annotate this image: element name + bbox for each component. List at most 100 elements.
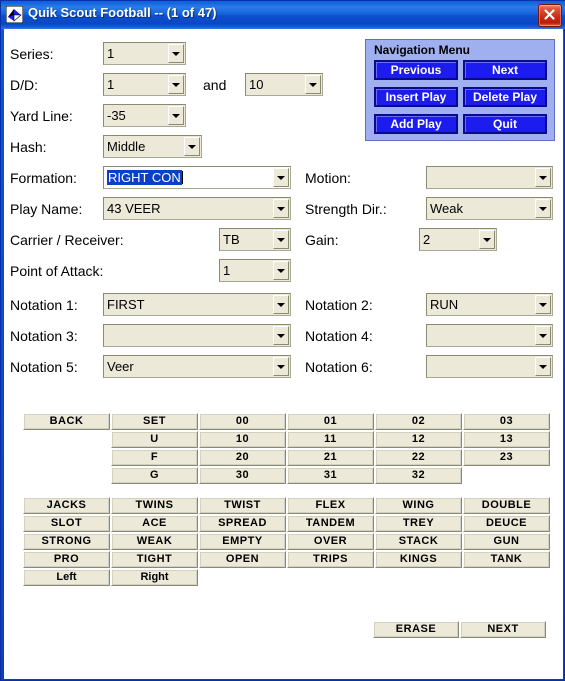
backfield-btn-30[interactable]: 30 — [199, 467, 286, 484]
backfield-btn-02[interactable]: 02 — [375, 413, 462, 430]
formation-btn-tight[interactable]: TIGHT — [111, 551, 198, 568]
chevron-down-icon[interactable] — [535, 168, 551, 187]
formation-btn-tank[interactable]: TANK — [463, 551, 550, 568]
notation-5-label: Notation 5: — [10, 359, 78, 375]
formation-btn-trey[interactable]: TREY — [375, 515, 462, 532]
backfield-btn-g[interactable]: G — [111, 467, 198, 484]
formation-btn-left[interactable]: Left — [23, 569, 110, 586]
chevron-down-icon[interactable] — [168, 75, 184, 94]
application-window: Quik Scout Football -- (1 of 47) Navigat… — [0, 0, 565, 681]
chevron-down-icon[interactable] — [168, 44, 184, 63]
notation-6-combobox[interactable] — [426, 355, 553, 378]
chevron-down-icon[interactable] — [273, 326, 289, 345]
formation-combobox[interactable]: RIGHT CON — [103, 166, 291, 189]
backfield-btn-12[interactable]: 12 — [375, 431, 462, 448]
formation-btn-twins[interactable]: TWINS — [111, 497, 198, 514]
formation-btn-tandem[interactable]: TANDEM — [287, 515, 374, 532]
formation-btn-deuce[interactable]: DEUCE — [463, 515, 550, 532]
distance-combobox[interactable]: 10 — [245, 73, 323, 96]
close-icon[interactable] — [538, 4, 562, 27]
yard-line-value: -35 — [107, 108, 126, 123]
backfield-btn-22[interactable]: 22 — [375, 449, 462, 466]
backfield-btn-u[interactable]: U — [111, 431, 198, 448]
navigation-menu-title: Navigation Menu — [374, 43, 471, 57]
formation-btn-ace[interactable]: ACE — [111, 515, 198, 532]
backfield-btn-back[interactable]: BACK — [23, 413, 110, 430]
gain-combobox[interactable]: 2 — [419, 228, 497, 251]
previous-button[interactable]: Previous — [374, 60, 458, 80]
formation-btn-right[interactable]: Right — [111, 569, 198, 586]
formation-btn-double[interactable]: DOUBLE — [463, 497, 550, 514]
chevron-down-icon[interactable] — [273, 199, 289, 218]
erase-button[interactable]: ERASE — [373, 621, 459, 638]
notation-3-combobox[interactable] — [103, 324, 291, 347]
notation-5-combobox[interactable]: Veer — [103, 355, 291, 378]
chevron-down-icon[interactable] — [535, 295, 551, 314]
chevron-down-icon[interactable] — [273, 295, 289, 314]
formation-label: Formation: — [10, 170, 77, 186]
backfield-btn-01[interactable]: 01 — [287, 413, 374, 430]
backfield-btn-21[interactable]: 21 — [287, 449, 374, 466]
formation-btn-over[interactable]: OVER — [287, 533, 374, 550]
chevron-down-icon[interactable] — [273, 261, 289, 280]
chevron-down-icon[interactable] — [273, 230, 289, 249]
chevron-down-icon[interactable] — [479, 230, 495, 249]
strength-dir-combobox[interactable]: Weak — [426, 197, 553, 220]
backfield-btn-13[interactable]: 13 — [463, 431, 550, 448]
chevron-down-icon[interactable] — [535, 357, 551, 376]
backfield-btn-11[interactable]: 11 — [287, 431, 374, 448]
backfield-btn-20[interactable]: 20 — [199, 449, 286, 466]
formation-btn-kings[interactable]: KINGS — [375, 551, 462, 568]
formation-btn-strong[interactable]: STRONG — [23, 533, 110, 550]
formation-btn-weak[interactable]: WEAK — [111, 533, 198, 550]
carrier-receiver-combobox[interactable]: TB — [219, 228, 291, 251]
play-name-combobox[interactable]: 43 VEER — [103, 197, 291, 220]
yard-line-combobox[interactable]: -35 — [103, 104, 186, 127]
add-play-button[interactable]: Add Play — [374, 114, 458, 134]
formation-btn-slot[interactable]: SLOT — [23, 515, 110, 532]
formation-btn-pro[interactable]: PRO — [23, 551, 110, 568]
backfield-btn-00[interactable]: 00 — [199, 413, 286, 430]
formation-btn-open[interactable]: OPEN — [199, 551, 286, 568]
delete-play-button[interactable]: Delete Play — [463, 87, 547, 107]
chevron-down-icon[interactable] — [535, 326, 551, 345]
title-bar: Quik Scout Football -- (1 of 47) — [1, 1, 565, 29]
formation-btn-trips[interactable]: TRIPS — [287, 551, 374, 568]
backfield-btn-10[interactable]: 10 — [199, 431, 286, 448]
next-footer-button[interactable]: NEXT — [460, 621, 546, 638]
formation-btn-spread[interactable]: SPREAD — [199, 515, 286, 532]
strength-dir-label: Strength Dir.: — [305, 201, 387, 217]
hash-combobox[interactable]: Middle — [103, 135, 202, 158]
formation-btn-jacks[interactable]: JACKS — [23, 497, 110, 514]
chevron-down-icon[interactable] — [273, 168, 289, 187]
notation-3-label: Notation 3: — [10, 328, 78, 344]
chevron-down-icon[interactable] — [168, 106, 184, 125]
formation-btn-twist[interactable]: TWIST — [199, 497, 286, 514]
backfield-btn-31[interactable]: 31 — [287, 467, 374, 484]
series-combobox[interactable]: 1 — [103, 42, 186, 65]
point-of-attack-combobox[interactable]: 1 — [219, 259, 291, 282]
next-button[interactable]: Next — [463, 60, 547, 80]
notation-2-combobox[interactable]: RUN — [426, 293, 553, 316]
backfield-btn-set[interactable]: SET — [111, 413, 198, 430]
backfield-btn-23[interactable]: 23 — [463, 449, 550, 466]
formation-btn-gun[interactable]: GUN — [463, 533, 550, 550]
down-combobox[interactable]: 1 — [103, 73, 186, 96]
backfield-btn-03[interactable]: 03 — [463, 413, 550, 430]
backfield-btn-f[interactable]: F — [111, 449, 198, 466]
formation-btn-wing[interactable]: WING — [375, 497, 462, 514]
insert-play-button[interactable]: Insert Play — [374, 87, 458, 107]
notation-1-combobox[interactable]: FIRST — [103, 293, 291, 316]
backfield-btn-32[interactable]: 32 — [375, 467, 462, 484]
quit-button[interactable]: Quit — [463, 114, 547, 134]
chevron-down-icon[interactable] — [305, 75, 321, 94]
formation-btn-flex[interactable]: FLEX — [287, 497, 374, 514]
motion-combobox[interactable] — [426, 166, 553, 189]
chevron-down-icon[interactable] — [184, 137, 200, 156]
point-of-attack-value: 1 — [223, 263, 231, 278]
formation-btn-empty[interactable]: EMPTY — [199, 533, 286, 550]
notation-4-combobox[interactable] — [426, 324, 553, 347]
chevron-down-icon[interactable] — [273, 357, 289, 376]
formation-btn-stack[interactable]: STACK — [375, 533, 462, 550]
chevron-down-icon[interactable] — [535, 199, 551, 218]
